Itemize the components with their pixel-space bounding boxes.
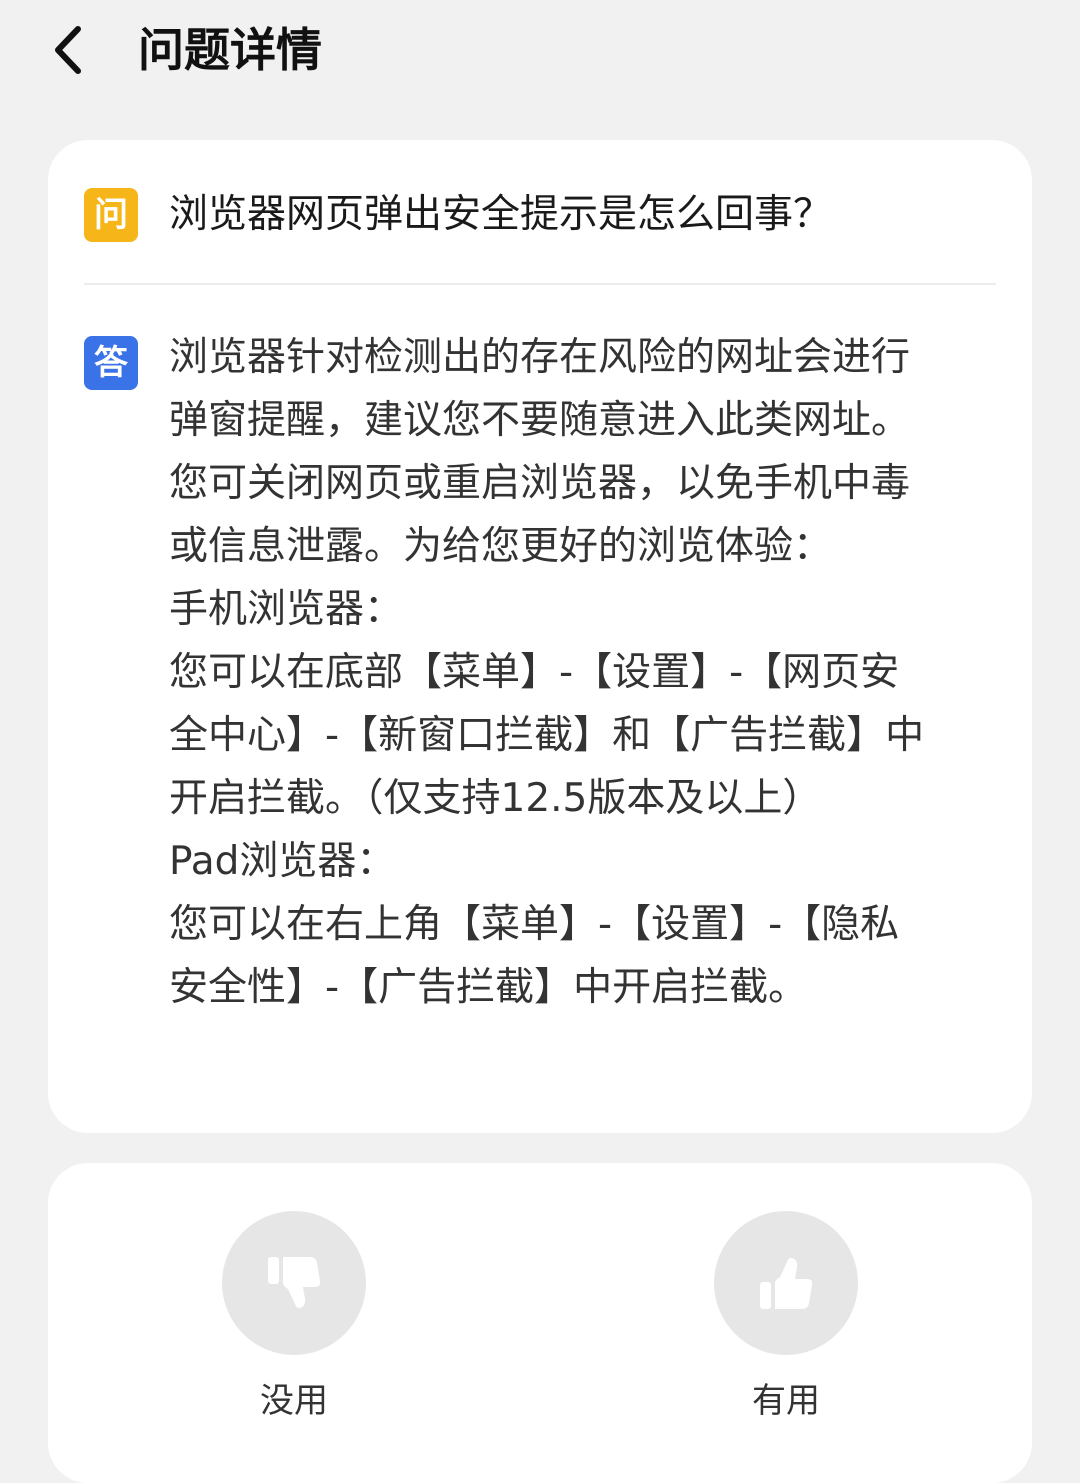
chevron-left-icon	[55, 26, 81, 74]
useful-button[interactable]: 有用	[706, 1211, 866, 1425]
answer-line: 全中心】-【新窗口拦截】和【广告拦截】中	[169, 713, 925, 758]
useless-button[interactable]: 没用	[214, 1211, 374, 1425]
answer-line: 或信息泄露。为给您更好的浏览体验：	[169, 524, 833, 569]
answer-line: 您可关闭网页或重启浏览器，以免手机中毒	[169, 461, 911, 506]
top-bar: 问题详情	[0, 0, 1080, 110]
feedback-card: 没用 有用	[48, 1163, 1032, 1483]
useful-circle[interactable]	[714, 1211, 858, 1355]
answer-line: 安全性】-【广告拦截】中开启拦截。	[169, 965, 808, 1010]
answer-line: 您可以在右上角【菜单】-【设置】-【隐私	[169, 902, 900, 947]
page-title: 问题详情	[138, 23, 322, 77]
question-badge: 问	[84, 188, 138, 242]
answer-line: 浏览器针对检测出的存在风险的网址会进行	[169, 335, 911, 380]
thumbs-up-icon	[760, 1258, 813, 1309]
question-text: 浏览器网页弹出安全提示是怎么回事？	[169, 192, 833, 237]
back-button[interactable]	[38, 20, 98, 80]
qa-card: 问 浏览器网页弹出安全提示是怎么回事？ 答 浏览器针对检测出的存在风险的网址会进…	[48, 140, 1032, 1133]
answer-line: Pad浏览器：	[169, 839, 396, 884]
answer-line: 弹窗提醒，建议您不要随意进入此类网址。	[169, 398, 911, 443]
answer-text: 浏览器针对检测出的存在风险的网址会进行 弹窗提醒，建议您不要随意进入此类网址。 …	[169, 326, 1009, 1019]
answer-line: 手机浏览器：	[169, 587, 404, 632]
useless-circle[interactable]	[222, 1211, 366, 1355]
thumbs-down-icon	[268, 1257, 321, 1308]
answer-badge: 答	[84, 336, 138, 390]
useful-label: 有用	[752, 1381, 820, 1421]
useless-label: 没用	[260, 1381, 328, 1421]
answer-line: 您可以在底部【菜单】-【设置】-【网页安	[169, 650, 900, 695]
divider	[84, 283, 996, 285]
answer-line: 开启拦截。（仅支持12.5版本及以上）	[169, 776, 822, 821]
